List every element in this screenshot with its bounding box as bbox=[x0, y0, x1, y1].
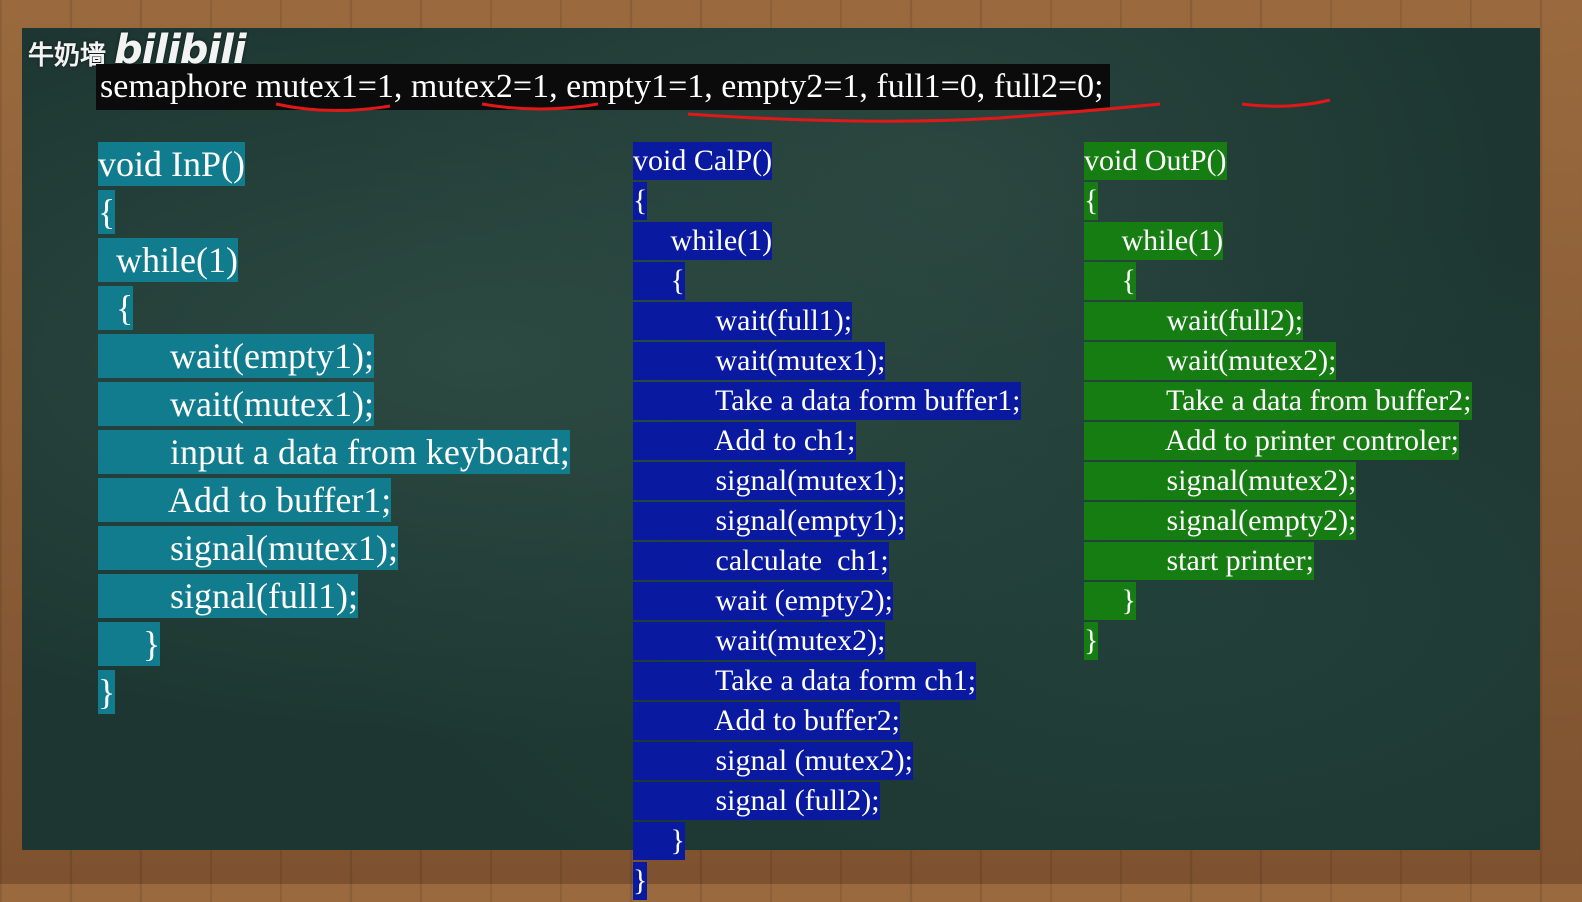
inp-code-text: void InP() bbox=[98, 142, 245, 186]
outp-code-line: void OutP() bbox=[1084, 142, 1472, 182]
calp-code-text: Add to ch1; bbox=[633, 422, 856, 460]
inp-code-line: { bbox=[98, 190, 570, 238]
calp-code-line: wait(mutex1); bbox=[633, 342, 1021, 382]
outp-code-line: Take a data from buffer2; bbox=[1084, 382, 1472, 422]
calp-code-line: { bbox=[633, 182, 1021, 222]
calp-code-line: void CalP() bbox=[633, 142, 1021, 182]
calp-code-text: } bbox=[633, 822, 685, 860]
inp-code-line: Add to buffer1; bbox=[98, 478, 570, 526]
calp-code-line: calculate ch1; bbox=[633, 542, 1021, 582]
calp-code-line: } bbox=[633, 822, 1021, 862]
inp-code-line: } bbox=[98, 670, 570, 718]
calp-code-text: signal (mutex2); bbox=[633, 742, 913, 780]
calp-code-text: void CalP() bbox=[633, 142, 773, 180]
outp-code-line: signal(mutex2); bbox=[1084, 462, 1472, 502]
calp-code-text: signal (full2); bbox=[633, 782, 880, 820]
inp-code-text: input a data from keyboard; bbox=[98, 430, 570, 474]
watermark-channel: 牛奶墙 bbox=[28, 41, 107, 71]
outp-code-text: Take a data from buffer2; bbox=[1084, 382, 1472, 420]
outp-code-line: wait(mutex2); bbox=[1084, 342, 1472, 382]
calp-code-text: wait (empty2); bbox=[633, 582, 893, 620]
outp-code-text: while(1) bbox=[1084, 222, 1224, 260]
inp-code-line: } bbox=[98, 622, 570, 670]
outp-code-line: { bbox=[1084, 182, 1472, 222]
calp-code-text: { bbox=[633, 182, 648, 220]
inp-code-line: void InP() bbox=[98, 142, 570, 190]
inp-code-line: input a data from keyboard; bbox=[98, 430, 570, 478]
inp-code-text: { bbox=[98, 286, 134, 330]
calp-code-text: Take a data form buffer1; bbox=[633, 382, 1021, 420]
calp-code-line: } bbox=[633, 862, 1021, 902]
inp-function-code: void InP(){ while(1) { wait(empty1); wai… bbox=[98, 142, 570, 718]
inp-code-text: } bbox=[98, 622, 161, 666]
calp-code-text: signal(mutex1); bbox=[633, 462, 906, 500]
calp-function-code: void CalP(){ while(1) { wait(full1); wai… bbox=[633, 142, 1021, 902]
calp-code-line: { bbox=[633, 262, 1021, 302]
outp-code-text: Add to printer controler; bbox=[1084, 422, 1459, 460]
inp-code-line: wait(mutex1); bbox=[98, 382, 570, 430]
outp-code-line: signal(empty2); bbox=[1084, 502, 1472, 542]
outp-code-line: while(1) bbox=[1084, 222, 1472, 262]
outp-code-line: wait(full2); bbox=[1084, 302, 1472, 342]
outp-code-text: wait(mutex2); bbox=[1084, 342, 1337, 380]
inp-code-text: signal(mutex1); bbox=[98, 526, 398, 570]
outp-code-text: start printer; bbox=[1084, 542, 1314, 580]
inp-code-line: { bbox=[98, 286, 570, 334]
inp-code-text: wait(empty1); bbox=[98, 334, 374, 378]
calp-code-text: wait(full1); bbox=[633, 302, 853, 340]
outp-code-text: signal(empty2); bbox=[1084, 502, 1357, 540]
calp-code-line: Take a data form buffer1; bbox=[633, 382, 1021, 422]
calp-code-line: signal (full2); bbox=[633, 782, 1021, 822]
outp-code-text: void OutP() bbox=[1084, 142, 1227, 180]
inp-code-line: signal(full1); bbox=[98, 574, 570, 622]
calp-code-line: Add to buffer2; bbox=[633, 702, 1021, 742]
outp-code-line: start printer; bbox=[1084, 542, 1472, 582]
calp-code-text: { bbox=[633, 262, 685, 300]
calp-code-text: signal(empty1); bbox=[633, 502, 906, 540]
calp-code-line: wait (empty2); bbox=[633, 582, 1021, 622]
calp-code-text: wait(mutex1); bbox=[633, 342, 886, 380]
inp-code-line: signal(mutex1); bbox=[98, 526, 570, 574]
outp-code-text: } bbox=[1084, 622, 1099, 660]
calp-code-text: wait(mutex2); bbox=[633, 622, 886, 660]
calp-code-line: Take a data form ch1; bbox=[633, 662, 1021, 702]
outp-code-text: { bbox=[1084, 262, 1136, 300]
calp-code-line: wait(mutex2); bbox=[633, 622, 1021, 662]
inp-code-text: Add to buffer1; bbox=[98, 478, 392, 522]
outp-code-text: } bbox=[1084, 582, 1136, 620]
outp-function-code: void OutP(){ while(1) { wait(full2); wai… bbox=[1084, 142, 1472, 662]
outp-code-line: Add to printer controler; bbox=[1084, 422, 1472, 462]
calp-code-text: Add to buffer2; bbox=[633, 702, 900, 740]
calp-code-line: Add to ch1; bbox=[633, 422, 1021, 462]
outp-code-text: { bbox=[1084, 182, 1099, 220]
inp-code-text: } bbox=[98, 670, 116, 714]
outp-code-text: wait(full2); bbox=[1084, 302, 1304, 340]
inp-code-line: while(1) bbox=[98, 238, 570, 286]
inp-code-text: while(1) bbox=[98, 238, 238, 282]
calp-code-line: signal(empty1); bbox=[633, 502, 1021, 542]
outp-code-line: { bbox=[1084, 262, 1472, 302]
inp-code-line: wait(empty1); bbox=[98, 334, 570, 382]
semaphore-declaration: semaphore mutex1=1, mutex2=1, empty1=1, … bbox=[96, 64, 1110, 110]
calp-code-line: wait(full1); bbox=[633, 302, 1021, 342]
calp-code-text: calculate ch1; bbox=[633, 542, 889, 580]
inp-code-text: { bbox=[98, 190, 116, 234]
outp-code-text: signal(mutex2); bbox=[1084, 462, 1357, 500]
calp-code-line: signal(mutex1); bbox=[633, 462, 1021, 502]
outp-code-line: } bbox=[1084, 622, 1472, 662]
calp-code-text: Take a data form ch1; bbox=[633, 662, 977, 700]
outp-code-line: } bbox=[1084, 582, 1472, 622]
calp-code-line: while(1) bbox=[633, 222, 1021, 262]
calp-code-text: while(1) bbox=[633, 222, 773, 260]
inp-code-text: signal(full1); bbox=[98, 574, 358, 618]
calp-code-text: } bbox=[633, 862, 648, 900]
inp-code-text: wait(mutex1); bbox=[98, 382, 374, 426]
calp-code-line: signal (mutex2); bbox=[633, 742, 1021, 782]
